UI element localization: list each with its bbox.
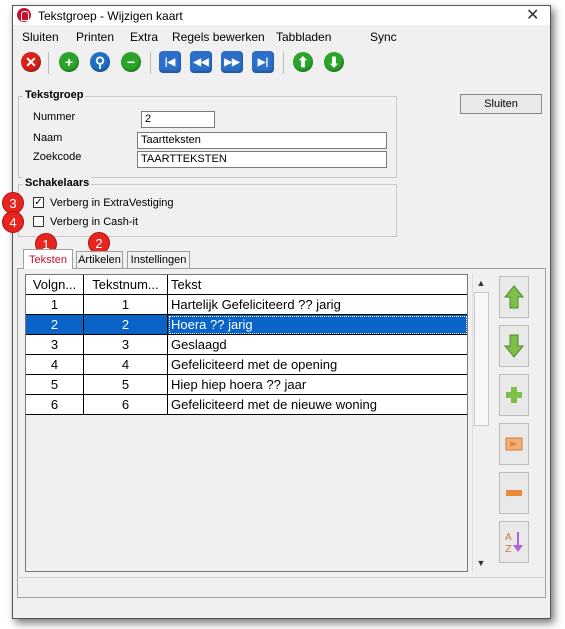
arrow-up-icon: ⬆ (293, 52, 313, 72)
verberg-cashit-checkbox[interactable] (33, 216, 44, 227)
header-tekstnummer[interactable]: Tekstnum... (84, 275, 168, 295)
cell-tekst: Hartelijk Gefeliciteerd ?? jarig (168, 295, 467, 315)
scroll-up-icon[interactable]: ▲ (473, 275, 489, 291)
menu-sluiten[interactable]: Sluiten (22, 30, 59, 44)
cell-volgnummer: 4 (26, 355, 84, 375)
edit-row-button[interactable] (499, 423, 529, 465)
add-row-button[interactable] (499, 374, 529, 416)
plus-icon (506, 387, 522, 403)
cell-volgnummer: 2 (26, 315, 84, 335)
cell-tekstnummer: 4 (84, 355, 168, 375)
menu-sync[interactable]: Sync (370, 30, 397, 44)
title-bar: Tekstgroep - Wijzigen kaart ✕ (13, 6, 550, 25)
cell-tekstnummer: 2 (84, 315, 168, 335)
cell-tekst: Geslaagd (168, 335, 467, 355)
table-row[interactable]: 1 1 Hartelijk Gefeliciteerd ?? jarig (26, 295, 467, 315)
tekstgroep-legend: Tekstgroep (23, 89, 86, 101)
cell-tekst: Gefeliciteerd met de opening (168, 355, 467, 375)
window-title: Tekstgroep - Wijzigen kaart (38, 9, 183, 23)
sort-az-icon: A Z (505, 532, 523, 555)
cell-tekstnummer: 6 (84, 395, 168, 415)
menu-tabbladen[interactable]: Tabbladen (276, 30, 331, 44)
tab-artikelen[interactable]: Artikelen (76, 251, 123, 268)
cell-volgnummer: 6 (26, 395, 84, 415)
search-icon: ⚲ (90, 52, 110, 72)
sluiten-button[interactable]: Sluiten (460, 94, 542, 114)
cell-tekst: Hiep hiep hoera ?? jaar (168, 375, 467, 395)
header-volgnummer[interactable]: Volgn... (26, 275, 84, 295)
verberg-extravestiging-checkbox[interactable]: ✓ (33, 197, 44, 208)
main-window: Tekstgroep - Wijzigen kaart ✕ Sluiten Pr… (2, 5, 551, 619)
nummer-label: Nummer (33, 111, 76, 123)
status-bar (17, 577, 546, 598)
chevron-down-icon (503, 334, 525, 358)
menu-regels-bewerken[interactable]: Regels bewerken (172, 30, 265, 44)
first-record-button[interactable]: |◀ (159, 51, 181, 73)
window-close-icon[interactable]: ✕ (526, 5, 539, 25)
zoekcode-field[interactable]: TAARTTEKSTEN (137, 151, 387, 168)
naam-field[interactable]: Taartteksten (137, 132, 387, 149)
toolbar: ✕ + ⚲ − |◀ ◀◀ ▶▶ ▶| ⬆ ⬇ (13, 48, 550, 78)
naam-label: Naam (33, 132, 63, 144)
menu-extra[interactable]: Extra (130, 30, 158, 44)
toolbar-separator (283, 52, 284, 74)
delete-row-button[interactable] (499, 472, 529, 514)
close-button[interactable]: ✕ (19, 50, 43, 74)
cell-tekstnummer: 5 (84, 375, 168, 395)
arrow-down-icon: ⬇ (324, 52, 344, 72)
cell-volgnummer: 1 (26, 295, 84, 315)
cell-tekst: Gefeliciteerd met de nieuwe woning (168, 395, 467, 415)
table-row-selected[interactable]: 2 2 Hoera ?? jarig (26, 315, 467, 335)
cell-tekst: Hoera ?? jarig (168, 315, 467, 335)
remove-icon: − (121, 52, 141, 72)
toolbar-separator (48, 52, 49, 74)
previous-record-button[interactable]: ◀◀ (190, 51, 212, 73)
table-row[interactable]: 4 4 Gefeliciteerd met de opening (26, 355, 467, 375)
schakelaars-legend: Schakelaars (23, 177, 92, 189)
teksten-grid: Volgn... Tekstnum... Tekst 1 1 Hartelijk… (25, 274, 468, 572)
move-up-button[interactable]: ⬆ (291, 50, 315, 74)
close-icon: ✕ (21, 52, 41, 72)
move-down-button[interactable]: ⬇ (322, 50, 346, 74)
svg-text:A: A (505, 532, 512, 543)
tab-instellingen[interactable]: Instellingen (127, 251, 190, 268)
remove-button[interactable]: − (119, 50, 143, 74)
add-icon: + (59, 52, 79, 72)
app-logo-icon (17, 8, 31, 22)
svg-text:Z: Z (505, 544, 512, 555)
header-tekst[interactable]: Tekst (168, 275, 467, 295)
sort-az-button[interactable]: A Z (499, 521, 529, 563)
grid-header-row: Volgn... Tekstnum... Tekst (26, 275, 467, 295)
menu-printen[interactable]: Printen (76, 30, 114, 44)
scroll-down-icon[interactable]: ▼ (473, 555, 489, 571)
nummer-field[interactable]: 2 (141, 111, 215, 128)
callout-badge-4: 4 (2, 211, 24, 233)
table-row[interactable]: 6 6 Gefeliciteerd met de nieuwe woning (26, 395, 467, 415)
menu-bar: Sluiten Printen Extra Regels bewerken Ta… (13, 28, 550, 46)
search-button[interactable]: ⚲ (88, 50, 112, 74)
schakelaars-group: Schakelaars (18, 177, 397, 237)
minus-icon (506, 490, 522, 496)
add-button[interactable]: + (57, 50, 81, 74)
edit-row-icon (505, 437, 523, 451)
move-row-down-button[interactable] (499, 325, 529, 367)
grid-vertical-scrollbar[interactable]: ▲ ▼ (472, 274, 489, 572)
cell-tekstnummer: 1 (84, 295, 168, 315)
verberg-extravestiging-label: Verberg in ExtraVestiging (50, 197, 174, 209)
table-row[interactable]: 5 5 Hiep hiep hoera ?? jaar (26, 375, 467, 395)
last-record-button[interactable]: ▶| (252, 51, 274, 73)
next-record-button[interactable]: ▶▶ (221, 51, 243, 73)
chevron-up-icon (503, 285, 525, 309)
scroll-thumb[interactable] (474, 292, 489, 426)
tab-teksten[interactable]: Teksten (23, 249, 73, 269)
toolbar-separator (150, 52, 151, 74)
move-row-up-button[interactable] (499, 276, 529, 318)
cell-volgnummer: 5 (26, 375, 84, 395)
table-row[interactable]: 3 3 Geslaagd (26, 335, 467, 355)
cell-volgnummer: 3 (26, 335, 84, 355)
verberg-cashit-label: Verberg in Cash-it (50, 216, 139, 228)
zoekcode-label: Zoekcode (33, 151, 82, 163)
cell-tekstnummer: 3 (84, 335, 168, 355)
